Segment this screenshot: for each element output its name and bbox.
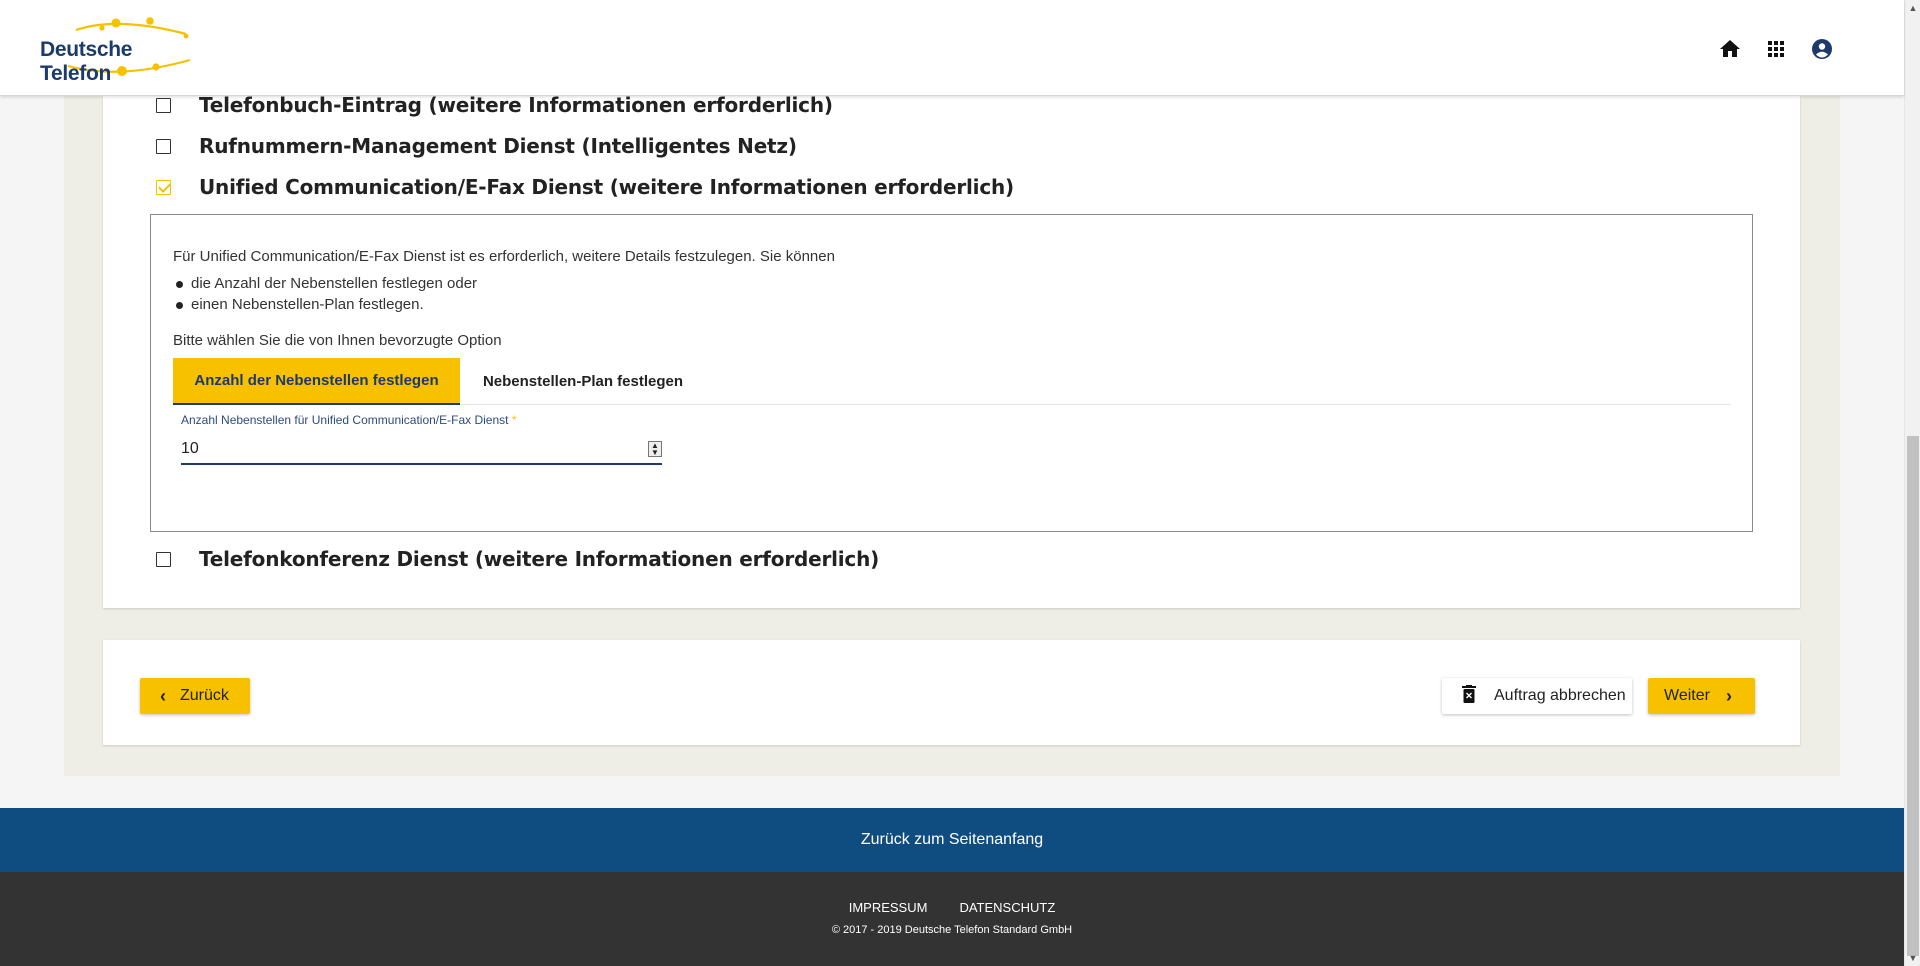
top-header: Deutsche Telefon bbox=[0, 0, 1904, 96]
stepper-down-icon[interactable]: ▼ bbox=[651, 449, 659, 457]
option-tabs: Anzahl der Nebenstellen festlegen Nebens… bbox=[173, 358, 1731, 405]
unified-communication-options-panel: Für Unified Communication/E-Fax Dienst i… bbox=[150, 214, 1753, 532]
options-intro-text: Für Unified Communication/E-Fax Dienst i… bbox=[173, 248, 835, 265]
header-icon-bar bbox=[1718, 37, 1834, 61]
input-value: 10 bbox=[181, 440, 199, 457]
footer-links: IMPRESSUM DATENSCHUTZ bbox=[0, 900, 1904, 915]
service-row-telefonkonferenz[interactable]: Telefonkonferenz Dienst (weitere Informa… bbox=[156, 547, 879, 571]
logo-text: Deutsche Telefon bbox=[40, 38, 133, 85]
account-icon[interactable] bbox=[1810, 37, 1834, 61]
next-button[interactable]: Weiter › bbox=[1648, 678, 1755, 714]
scroll-down-icon[interactable]: ▼ bbox=[1905, 950, 1920, 966]
datenschutz-link[interactable]: DATENSCHUTZ bbox=[959, 900, 1055, 915]
impressum-link[interactable]: IMPRESSUM bbox=[849, 900, 928, 915]
service-row-rufnummern[interactable]: Rufnummern-Management Dienst (Intelligen… bbox=[156, 134, 797, 158]
cancel-order-button[interactable]: Auftrag abbrechen bbox=[1442, 678, 1632, 714]
footer: IMPRESSUM DATENSCHUTZ © 2017 - 2019 Deut… bbox=[0, 872, 1904, 966]
chevron-right-icon: › bbox=[1725, 685, 1732, 706]
brand-logo[interactable]: Deutsche Telefon bbox=[38, 16, 198, 85]
required-marker: * bbox=[511, 413, 517, 427]
home-icon[interactable] bbox=[1718, 37, 1742, 61]
next-button-label: Weiter bbox=[1664, 687, 1710, 704]
list-item: die Anzahl der Nebenstellen festlegen od… bbox=[173, 275, 477, 296]
field-label: Anzahl Nebenstellen für Unified Communic… bbox=[181, 413, 662, 427]
nebenstellen-count-input[interactable]: 10 ▲ ▼ bbox=[181, 435, 662, 465]
back-button[interactable]: ‹ Zurück bbox=[140, 678, 250, 714]
service-label: Unified Communication/E-Fax Dienst (weit… bbox=[199, 175, 1014, 199]
page-scrollbar[interactable]: ▲ ▼ bbox=[1904, 0, 1920, 966]
options-prompt: Bitte wählen Sie die von Ihnen bevorzugt… bbox=[173, 332, 502, 349]
checkbox-telefonbuch[interactable] bbox=[156, 97, 171, 113]
copyright-text: © 2017 - 2019 Deutsche Telefon Standard … bbox=[831, 924, 1073, 936]
service-row-unified-communication[interactable]: Unified Communication/E-Fax Dienst (weit… bbox=[156, 175, 1014, 199]
service-label: Rufnummern-Management Dienst (Intelligen… bbox=[199, 134, 797, 158]
service-row-telefonbuch[interactable]: Telefonbuch-Eintrag (weitere Information… bbox=[156, 93, 833, 117]
back-to-top-label: Zurück zum Seitenanfang bbox=[860, 831, 1044, 848]
scroll-up-icon[interactable]: ▲ bbox=[1905, 0, 1920, 16]
field-label-text: Anzahl Nebenstellen für Unified Communic… bbox=[181, 413, 509, 427]
tab-anzahl-nebenstellen[interactable]: Anzahl der Nebenstellen festlegen bbox=[173, 358, 460, 405]
checkbox-unified-communication[interactable] bbox=[156, 179, 171, 195]
back-to-top-link[interactable]: Zurück zum Seitenanfang bbox=[0, 808, 1904, 872]
page: Deutsche Telefon Telefonbuch-Eintrag (we… bbox=[0, 0, 1904, 966]
nebenstellen-count-field: Anzahl Nebenstellen für Unified Communic… bbox=[181, 413, 662, 465]
checkbox-telefonkonferenz[interactable] bbox=[156, 551, 171, 567]
checkbox-rufnummern[interactable] bbox=[156, 138, 171, 154]
service-label: Telefonbuch-Eintrag (weitere Information… bbox=[199, 93, 833, 117]
tab-nebenstellen-plan[interactable]: Nebenstellen-Plan festlegen bbox=[460, 358, 706, 405]
trash-icon bbox=[1462, 684, 1476, 708]
number-stepper[interactable]: ▲ ▼ bbox=[648, 441, 662, 457]
chevron-left-icon: ‹ bbox=[160, 685, 166, 706]
apps-grid-icon[interactable] bbox=[1764, 37, 1788, 61]
cancel-button-label: Auftrag abbrechen bbox=[1494, 687, 1626, 704]
back-button-label: Zurück bbox=[180, 687, 229, 704]
service-label: Telefonkonferenz Dienst (weitere Informa… bbox=[199, 547, 880, 571]
list-item: einen Nebenstellen-Plan festlegen. bbox=[173, 296, 477, 317]
options-bullet-list: die Anzahl der Nebenstellen festlegen od… bbox=[173, 275, 477, 317]
scroll-thumb[interactable] bbox=[1907, 436, 1919, 956]
